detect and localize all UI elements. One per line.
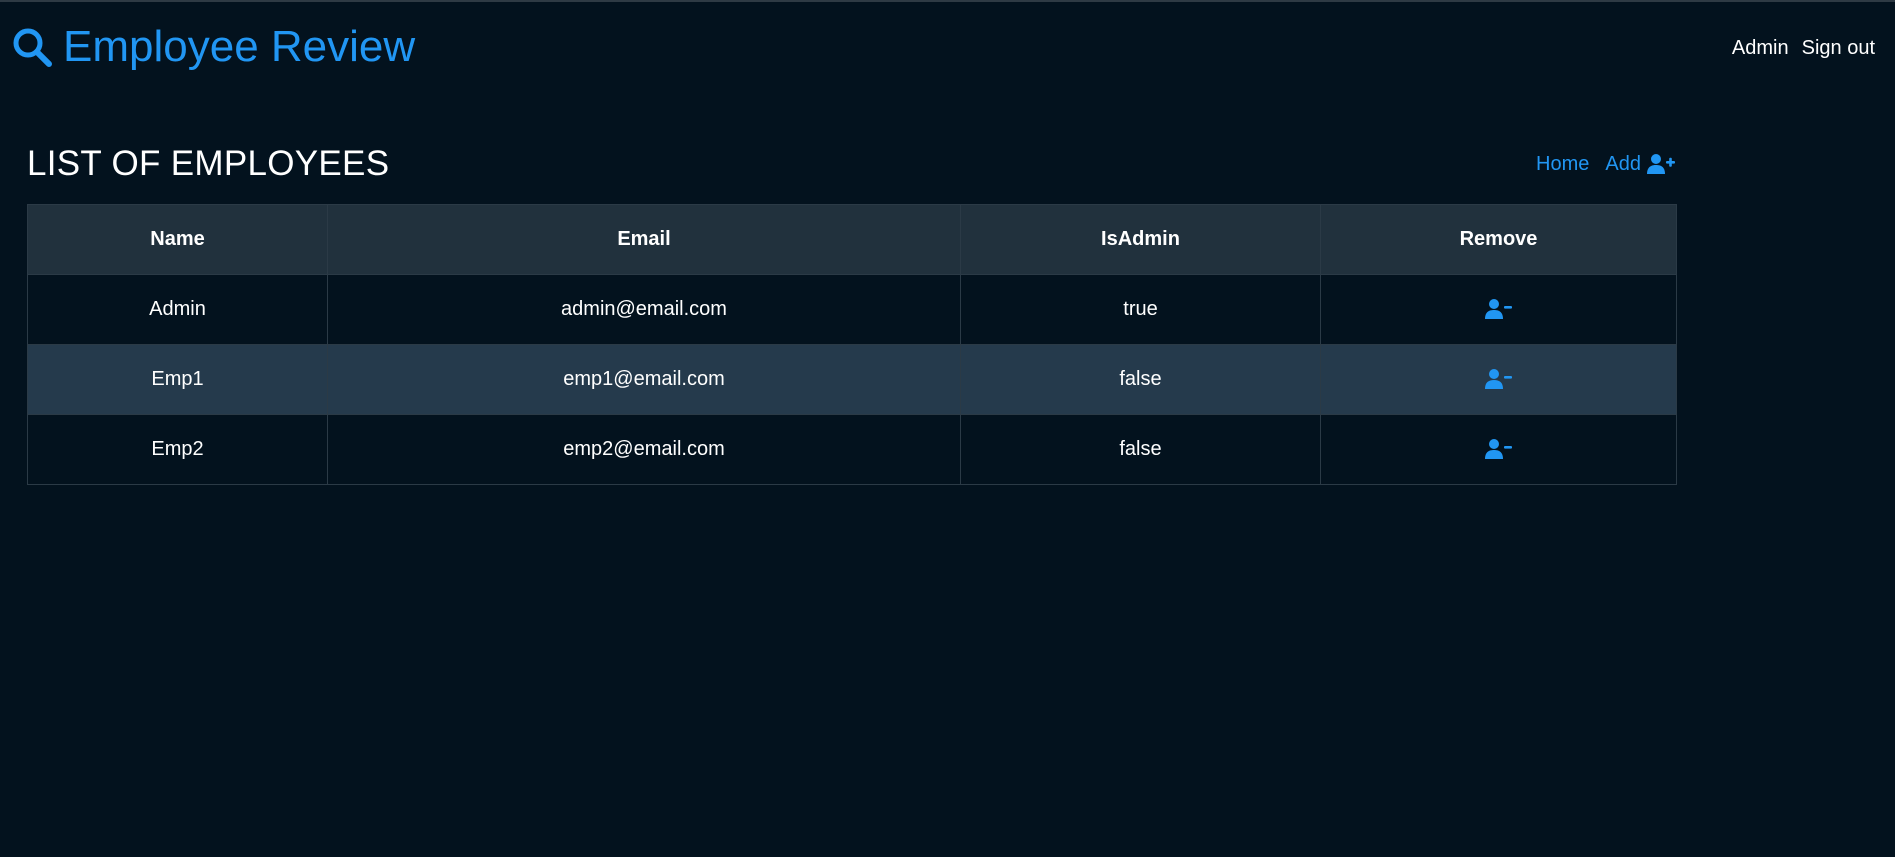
page-actions: Home Add bbox=[1536, 152, 1675, 176]
sign-out-link[interactable]: Sign out bbox=[1802, 36, 1875, 60]
user-link[interactable]: Admin bbox=[1732, 36, 1789, 60]
user-plus-icon bbox=[1647, 153, 1675, 175]
remove-employee-button[interactable] bbox=[1482, 294, 1516, 324]
section-header: LIST OF EMPLOYEES Home Add bbox=[27, 140, 1675, 186]
user-minus-icon bbox=[1484, 368, 1513, 390]
remove-cell bbox=[1320, 274, 1677, 345]
employee-name: Admin bbox=[27, 274, 328, 345]
app-header: Employee Review Admin Sign out bbox=[0, 2, 1895, 92]
brand-title: Employee Review bbox=[63, 22, 416, 71]
employee-isadmin: false bbox=[960, 344, 1321, 415]
column-header-isadmin: IsAdmin bbox=[960, 204, 1321, 275]
column-header-remove: Remove bbox=[1320, 204, 1677, 275]
user-minus-icon bbox=[1484, 438, 1513, 460]
remove-cell bbox=[1320, 414, 1677, 485]
remove-cell bbox=[1320, 344, 1677, 415]
search-icon bbox=[11, 26, 53, 68]
employee-email: admin@email.com bbox=[327, 274, 961, 345]
column-header-email: Email bbox=[327, 204, 961, 275]
employee-email: emp2@email.com bbox=[327, 414, 961, 485]
remove-employee-button[interactable] bbox=[1482, 364, 1516, 394]
remove-employee-button[interactable] bbox=[1482, 434, 1516, 464]
employees-table: Name Email IsAdmin Remove Admin admin@em… bbox=[27, 204, 1677, 485]
employee-name: Emp1 bbox=[27, 344, 328, 415]
table-header-row: Name Email IsAdmin Remove bbox=[27, 204, 1677, 275]
home-link[interactable]: Home bbox=[1536, 152, 1589, 176]
employee-isadmin: false bbox=[960, 414, 1321, 485]
table-row: Emp2 emp2@email.com false bbox=[27, 414, 1677, 485]
employee-isadmin: true bbox=[960, 274, 1321, 345]
table-row: Admin admin@email.com true bbox=[27, 274, 1677, 345]
user-minus-icon bbox=[1484, 298, 1513, 320]
table-row: Emp1 emp1@email.com false bbox=[27, 344, 1677, 415]
user-nav: Admin Sign out bbox=[1732, 36, 1875, 60]
page-title: LIST OF EMPLOYEES bbox=[27, 144, 390, 183]
brand-link[interactable]: Employee Review bbox=[11, 22, 415, 72]
add-employee-link[interactable]: Add bbox=[1605, 152, 1675, 176]
employee-name: Emp2 bbox=[27, 414, 328, 485]
column-header-name: Name bbox=[27, 204, 328, 275]
employee-email: emp1@email.com bbox=[327, 344, 961, 415]
add-label: Add bbox=[1605, 153, 1641, 175]
